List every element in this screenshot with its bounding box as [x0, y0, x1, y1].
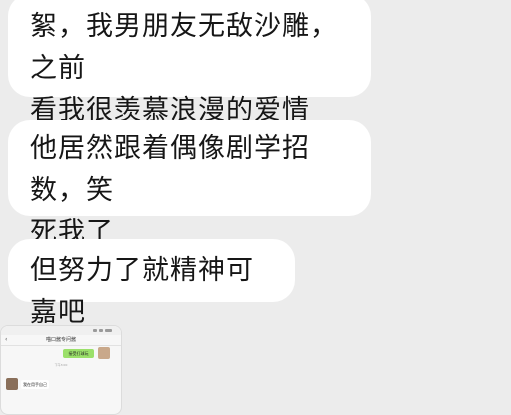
message-bubble[interactable]: 絮，我男朋友无敌沙雕，之前 看我很羡慕浪漫的爱情 — [8, 0, 371, 126]
message-text-line: 絮，我男朋友无敌沙雕，之前 — [30, 11, 338, 84]
thumbnail-outgoing-bubble: 接受打球玩 — [63, 349, 94, 358]
thumbnail-chat-title: 喵口酱专问酱 — [45, 337, 76, 343]
signal-icon — [93, 329, 97, 332]
chat-area: 絮，我男朋友无敌沙雕，之前 看我很羡慕浪漫的爱情 他居然跟着偶像剧学招数，笑 死… — [0, 0, 511, 415]
image-message-thumbnail[interactable]: ‹ 喵口酱专问酱 接受打球玩 下午3:00 我在用手自己 — [0, 325, 122, 415]
thumbnail-avatar-left — [6, 378, 18, 390]
message-text-line: 但努力了就精神可嘉吧 — [30, 255, 254, 328]
wifi-icon — [99, 329, 103, 332]
thumbnail-incoming-bubble: 我在用手自己 — [21, 380, 49, 389]
thumbnail-status-bar — [1, 326, 121, 335]
thumbnail-timestamp: 下午3:00 — [54, 363, 68, 367]
message-bubble[interactable]: 他居然跟着偶像剧学招数，笑 死我了 — [8, 120, 371, 248]
battery-icon — [105, 329, 112, 332]
thumbnail-avatar-right — [98, 347, 110, 359]
thumbnail-divider — [1, 345, 121, 346]
message-bubble[interactable]: 但努力了就精神可嘉吧 — [8, 239, 295, 328]
message-text-line: 他居然跟着偶像剧学招数，笑 — [30, 133, 310, 206]
